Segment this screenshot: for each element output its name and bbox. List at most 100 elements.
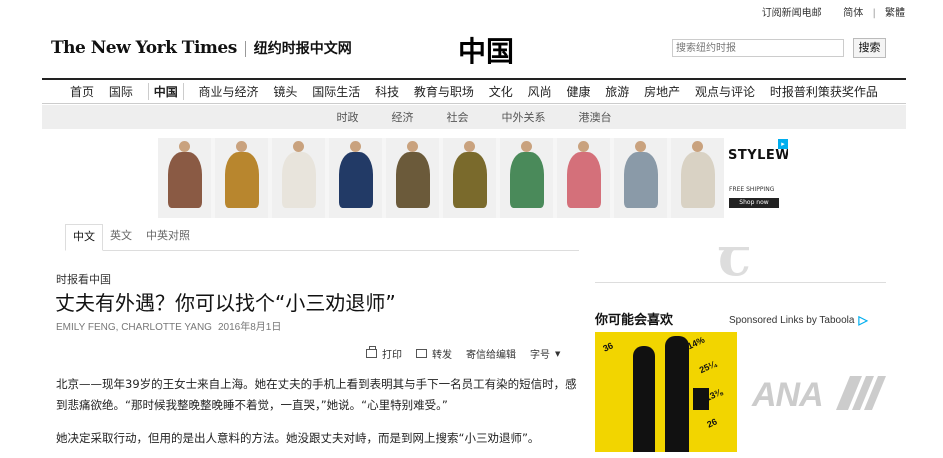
ad-free-shipping: FREE SHIPPING [729,186,775,193]
ad-model-image [215,138,268,218]
ad-model-dress [510,152,544,208]
ad-model-head [293,141,304,152]
share-button[interactable]: 转发 [416,346,452,361]
search-button[interactable]: 搜索 [853,38,886,58]
thumb-decoration: 26 [705,416,719,430]
nav-item-opinion[interactable]: 观点与评论 [695,83,755,100]
nav-item-global-life[interactable]: 国际生活 [312,83,360,100]
ana-stripes-icon [836,376,886,410]
article-headline: 丈夫有外遇？你可以找个“小三劝退师” [55,291,396,315]
nav-item-world[interactable]: 国际 [109,83,133,100]
tab-chinese[interactable]: 中文 [65,224,103,251]
ad-model-image [272,138,325,218]
ad-model-dress [624,152,658,208]
nav-item-culture[interactable]: 文化 [489,83,513,100]
language-tabs: 中文 英文 中英对照 [65,224,579,251]
subnav-item-society[interactable]: 社会 [447,109,469,125]
ad-model-head [521,141,532,152]
print-button[interactable]: 打印 [366,346,402,361]
ad-model-image [500,138,553,218]
taboola-sponsored-label[interactable]: Sponsored Links by Taboola ▷ [729,313,868,327]
ad-model-image [329,138,382,218]
ad-model-image [443,138,496,218]
article-date: 2016年8月1日 [217,322,282,333]
nav-item-technology[interactable]: 科技 [375,83,399,100]
logo-english: The New York Times [51,38,237,58]
ad-model-head [407,141,418,152]
sponsored-text: Sponsored Links by Taboola [729,314,855,326]
ad-model-image [158,138,211,218]
thumb-silhouette [633,346,655,452]
nav-item-pulitzer[interactable]: 时报普利策获奖作品 [770,83,878,100]
ad-model-dress [225,152,259,208]
letter-to-editor-link[interactable]: 寄信给编辑 [466,346,516,361]
top-utility-bar: 订阅新闻电邮 简体 | 繁體 [762,4,905,19]
section-title: 中国 [458,35,515,68]
ad-model-image [386,138,439,218]
ad-banner[interactable]: STYLEWE FREE SHIPPING Shop now [158,138,788,218]
ad-model-dress [396,152,430,208]
subnav-item-economy[interactable]: 经济 [392,109,414,125]
thumb-silhouette [665,336,689,452]
ad-model-dress [453,152,487,208]
ad-shop-now-button[interactable]: Shop now [729,198,779,208]
share-label: 转发 [432,350,452,361]
letter-label: 寄信给编辑 [466,350,516,361]
ad-model-image [557,138,610,218]
nav-item-health[interactable]: 健康 [566,83,590,100]
ad-model-head [464,141,475,152]
ad-model-dress [339,152,373,208]
divider [595,282,886,283]
nav-item-business[interactable]: 商业与经济 [199,83,259,100]
ad-model-head [179,141,190,152]
nyt-t-logo-icon: ꞇ [718,224,751,288]
article-tools: 打印 转发 寄信给编辑 字号 ▼ [366,346,560,361]
envelope-icon [416,349,427,358]
sub-navigation: 时政 经济 社会 中外关系 港澳台 [42,105,906,129]
ad-model-image [671,138,724,218]
article-paragraph: 她决定采取行动，但用的是出人意料的方法。她没跟丈夫对峙，而是到网上搜索“小三劝退… [56,431,540,445]
ad-model-image [614,138,667,218]
ad-model-dress [681,152,715,208]
thumb-decoration: 25¼ [697,358,718,376]
traditional-chinese-link[interactable]: 繁體 [885,8,905,19]
nav-item-china[interactable]: 中国 [147,83,184,100]
taboola-icon: ▷ [858,313,868,327]
ad-model-dress [282,152,316,208]
ad-model-dress [168,152,202,208]
subnav-item-foreign-relations[interactable]: 中外关系 [502,109,546,125]
article-paragraph: 北京——现年39岁的王女士来自上海。她在丈夫的手机上看到表明其与手下一名员工有染… [56,377,577,412]
printer-icon [366,346,377,358]
tab-english[interactable]: 英文 [103,224,139,250]
simplified-chinese-link[interactable]: 简体 [843,8,863,19]
nav-item-style[interactable]: 风尚 [528,83,552,100]
ana-ad-logo[interactable]: ANA [752,376,824,415]
tab-bilingual[interactable]: 中英对照 [139,224,197,250]
subnav-item-hk-macau-taiwan[interactable]: 港澳台 [579,109,612,125]
subnav-item-politics[interactable]: 时政 [337,109,359,125]
nav-item-education[interactable]: 教育与职场 [414,83,474,100]
recommendations-title: 你可能会喜欢 [595,313,674,328]
nyt-logo[interactable]: The New York Times 纽约时报中文网 [51,38,352,58]
subscribe-newsletter-link[interactable]: 订阅新闻电邮 [762,8,822,19]
print-label: 打印 [382,350,402,361]
ad-model-dress [567,152,601,208]
article-byline: EMILY FENG, CHARLOTTE YANG 2016年8月1日 [56,318,281,333]
nav-item-real-estate[interactable]: 房地产 [644,83,680,100]
ad-brand-panel: STYLEWE FREE SHIPPING Shop now [724,138,788,218]
recommendation-thumbnail[interactable]: 14% 25¼ 13⅜ 26 36 [595,332,737,452]
font-size-label: 字号 [530,350,550,361]
nav-item-lens[interactable]: 镜头 [273,83,297,100]
search-input[interactable] [672,39,844,57]
thumb-decoration: 36 [601,340,615,354]
nav-item-home[interactable]: 首页 [70,83,94,100]
ad-choices-icon[interactable]: ▸ [778,139,788,149]
ad-model-head [236,141,247,152]
logo-chinese: 纽约时报中文网 [244,41,352,57]
ad-brand-name: STYLEWE [728,148,788,163]
font-size-dropdown[interactable]: 字号 ▼ [530,346,560,362]
ad-model-head [692,141,703,152]
article-authors: EMILY FENG, CHARLOTTE YANG [56,322,212,333]
nav-item-travel[interactable]: 旅游 [605,83,629,100]
article-kicker[interactable]: 时报看中国 [56,271,111,287]
